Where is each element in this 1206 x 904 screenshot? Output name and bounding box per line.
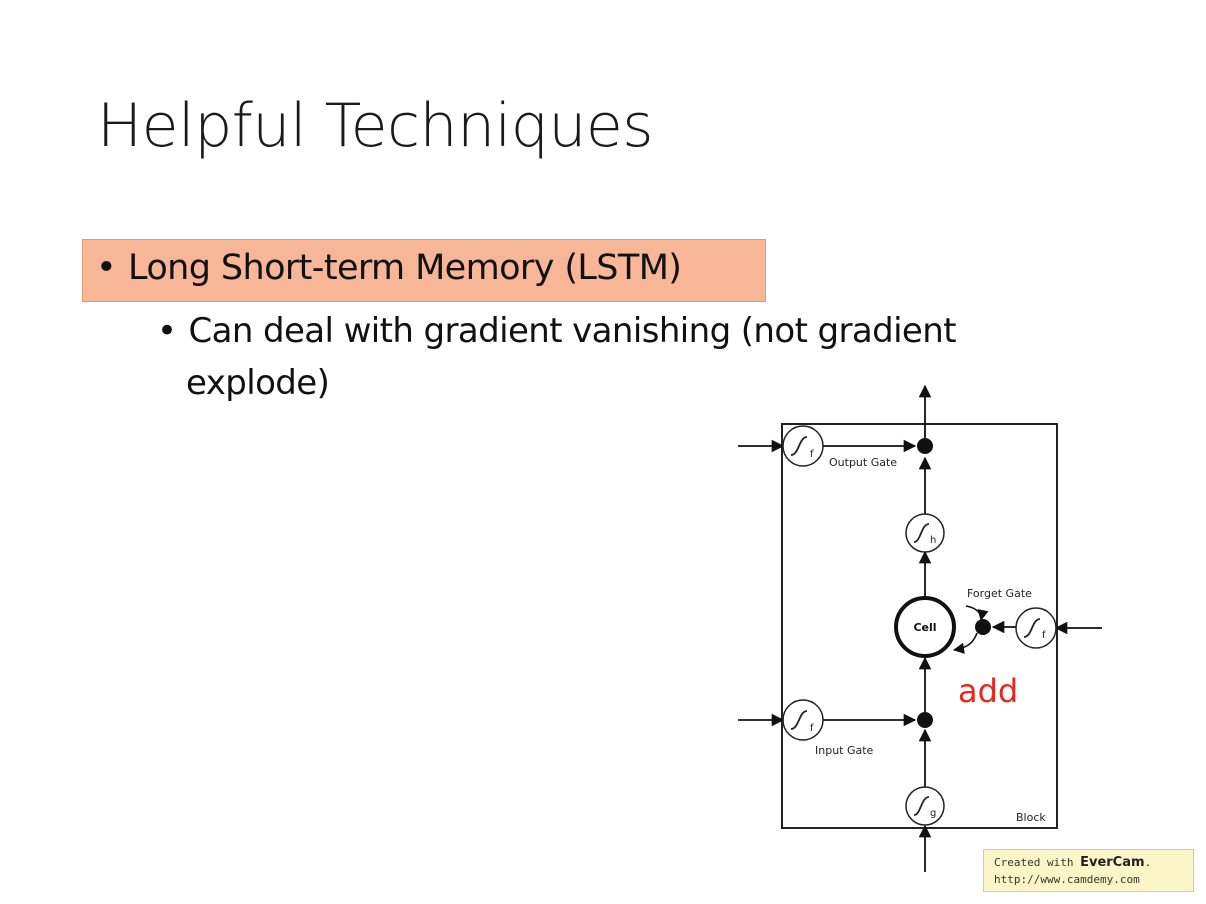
output-gate-label: Output Gate: [829, 456, 897, 469]
forget-multiply-node: [975, 619, 991, 635]
lstm-diagram: f Output Gate h Cell f Forget Gate add f…: [738, 384, 1102, 872]
forget-gate-subscript: f: [1042, 630, 1046, 641]
watermark-url: http://www.camdemy.com: [994, 873, 1140, 886]
forget-gate-label: Forget Gate: [967, 587, 1032, 600]
h-subscript: h: [930, 535, 936, 546]
forget-gate-unit: f: [1015, 607, 1057, 649]
output-gate-subscript: f: [810, 449, 814, 460]
g-subscript: g: [930, 808, 936, 819]
watermark-brand: EverCam: [1080, 855, 1145, 870]
h-unit: h: [905, 513, 945, 553]
watermark-line1: Created with EverCam.: [994, 854, 1193, 871]
g-unit: g: [905, 786, 945, 826]
input-gate-unit: f: [782, 699, 824, 741]
forget-loop-out: [952, 632, 978, 654]
output-multiply-node: [917, 438, 933, 454]
block-label: Block: [1016, 811, 1046, 824]
watermark-suffix: .: [1144, 856, 1152, 869]
input-gate-label: Input Gate: [815, 744, 874, 757]
cell-label: Cell: [913, 621, 936, 634]
forget-loop-in: [965, 605, 989, 622]
watermark-prefix: Created with: [994, 856, 1081, 869]
evercam-watermark: Created with EverCam. http://www.camdemy…: [983, 849, 1194, 892]
add-annotation: add: [958, 672, 1018, 710]
input-multiply-node: [917, 712, 933, 728]
output-gate-unit: f: [782, 425, 824, 467]
input-gate-subscript: f: [810, 723, 814, 734]
